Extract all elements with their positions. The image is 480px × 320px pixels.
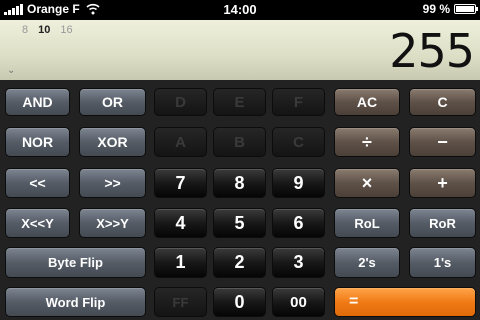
double-zero-button[interactable]: 00: [272, 287, 325, 317]
x-shift-left-y-button[interactable]: X<<Y: [5, 208, 70, 238]
hex-e-button[interactable]: E: [213, 88, 266, 116]
battery-icon: [454, 4, 478, 14]
plus-button[interactable]: +: [409, 168, 476, 198]
digit-5-button[interactable]: 5: [213, 208, 266, 238]
shift-right-button[interactable]: >>: [79, 168, 146, 198]
hex-d-button[interactable]: D: [154, 88, 207, 116]
clear-button[interactable]: C: [409, 88, 476, 116]
multiply-button[interactable]: ×: [334, 168, 400, 198]
hex-b-button[interactable]: B: [213, 127, 266, 157]
base-selector[interactable]: 8 10 16: [22, 24, 73, 36]
digit-8-button[interactable]: 8: [213, 168, 266, 198]
digit-9-button[interactable]: 9: [272, 168, 325, 198]
calculator-display: 8 10 16 ⌄ 255: [0, 20, 480, 81]
chevron-down-icon[interactable]: ⌄: [7, 65, 15, 76]
nor-button[interactable]: NOR: [5, 127, 70, 157]
hex-f-button[interactable]: F: [272, 88, 325, 116]
digit-1-button[interactable]: 1: [154, 247, 207, 278]
display-value: 255: [389, 24, 475, 78]
hex-ff-button[interactable]: FF: [154, 287, 207, 317]
clock: 14:00: [223, 2, 257, 17]
hex-a-button[interactable]: A: [154, 127, 207, 157]
base-10[interactable]: 10: [38, 24, 50, 36]
all-clear-button[interactable]: AC: [334, 88, 400, 116]
minus-button[interactable]: −: [409, 127, 476, 157]
word-flip-button[interactable]: Word Flip: [5, 287, 146, 317]
equals-button[interactable]: =: [334, 287, 476, 317]
ones-complement-button[interactable]: 1's: [409, 247, 476, 278]
byte-flip-button[interactable]: Byte Flip: [5, 247, 146, 278]
digit-6-button[interactable]: 6: [272, 208, 325, 238]
divide-button[interactable]: ÷: [334, 127, 400, 157]
battery-percent: 99 %: [422, 2, 450, 16]
keypad: AND OR D E F AC C NOR XOR A B C ÷ − << >…: [0, 80, 480, 320]
shift-left-button[interactable]: <<: [5, 168, 70, 198]
rotate-left-button[interactable]: RoL: [334, 208, 400, 238]
base-16[interactable]: 16: [60, 24, 72, 36]
twos-complement-button[interactable]: 2's: [334, 247, 400, 278]
and-button[interactable]: AND: [5, 88, 70, 116]
x-shift-right-y-button[interactable]: X>>Y: [79, 208, 146, 238]
base-8[interactable]: 8: [22, 24, 28, 36]
digit-7-button[interactable]: 7: [154, 168, 207, 198]
rotate-right-button[interactable]: RoR: [409, 208, 476, 238]
digit-4-button[interactable]: 4: [154, 208, 207, 238]
digit-3-button[interactable]: 3: [272, 247, 325, 278]
status-bar: Orange F 14:00 99 %: [0, 0, 480, 20]
digit-2-button[interactable]: 2: [213, 247, 266, 278]
or-button[interactable]: OR: [79, 88, 146, 116]
xor-button[interactable]: XOR: [79, 127, 146, 157]
digit-0-button[interactable]: 0: [213, 287, 266, 317]
hex-c-button[interactable]: C: [272, 127, 325, 157]
